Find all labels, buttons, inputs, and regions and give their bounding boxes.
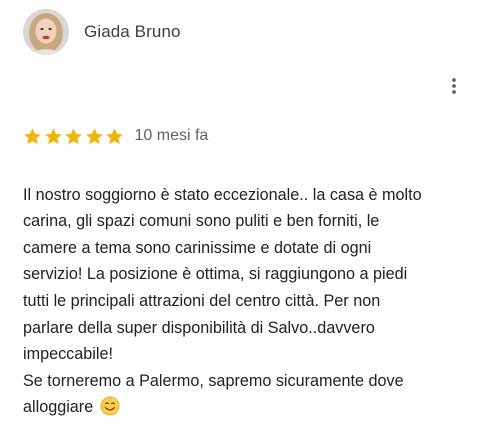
review-header: Giada Bruno bbox=[0, 0, 477, 64]
avatar-photo-icon bbox=[23, 9, 69, 55]
review-text-line-content: tutti le principali attrazioni del centr… bbox=[23, 291, 381, 310]
review-text: Il nostro soggiorno è stato eccezionale.… bbox=[23, 155, 463, 448]
review-text-line-content: servizio! La posizione è ottima, si ragg… bbox=[23, 265, 408, 284]
star-icon bbox=[44, 127, 62, 144]
review-date: 10 mesi fa bbox=[134, 127, 209, 144]
smiling-face-icon bbox=[100, 396, 120, 416]
review-text-line: impeccabile! bbox=[23, 341, 463, 368]
star-icon bbox=[65, 127, 82, 144]
review-text-line-content: Se torneremo a Palermo, sapremo sicurame… bbox=[23, 371, 404, 390]
review-text-line: servizio! La posizione è ottima, si ragg… bbox=[23, 261, 463, 288]
review-text-line: tutti le principali attrazioni del centr… bbox=[23, 288, 463, 315]
review-text-line: camere a tema sono carinissime e dotate … bbox=[23, 235, 463, 262]
rating-row: 10 mesi fa bbox=[23, 124, 208, 148]
star-rating bbox=[23, 127, 126, 146]
author-name[interactable]: Giada Bruno bbox=[84, 21, 181, 43]
review-text-line-content: carina, gli spazi comuni sono puliti e b… bbox=[23, 212, 380, 231]
review-text-line: Se torneremo a Palermo, sapremo sicurame… bbox=[23, 368, 463, 395]
review-text-line: parlare della super disponibilità di Sal… bbox=[23, 315, 463, 342]
star-icon bbox=[85, 127, 103, 144]
review-text-lines: Il nostro soggiorno è stato eccezionale.… bbox=[23, 182, 463, 421]
review-text-line-content: Il nostro soggiorno è stato eccezionale.… bbox=[23, 185, 422, 204]
more-vertical-icon bbox=[452, 78, 456, 94]
author-avatar[interactable] bbox=[23, 9, 69, 55]
review-text-line-content: camere a tema sono carinissime e dotate … bbox=[23, 238, 372, 257]
review-text-line: alloggiare bbox=[23, 394, 463, 421]
more-options-button[interactable] bbox=[440, 72, 468, 100]
review-text-line-content: alloggiare bbox=[23, 398, 94, 417]
review-text-line-content: impeccabile! bbox=[23, 345, 113, 364]
star-icon bbox=[106, 127, 123, 144]
review-text-line: carina, gli spazi comuni sono puliti e b… bbox=[23, 208, 463, 235]
star-icon bbox=[24, 127, 41, 144]
review-text-line: Il nostro soggiorno è stato eccezionale.… bbox=[23, 182, 463, 209]
review-text-line-content: parlare della super disponibilità di Sal… bbox=[23, 318, 375, 337]
